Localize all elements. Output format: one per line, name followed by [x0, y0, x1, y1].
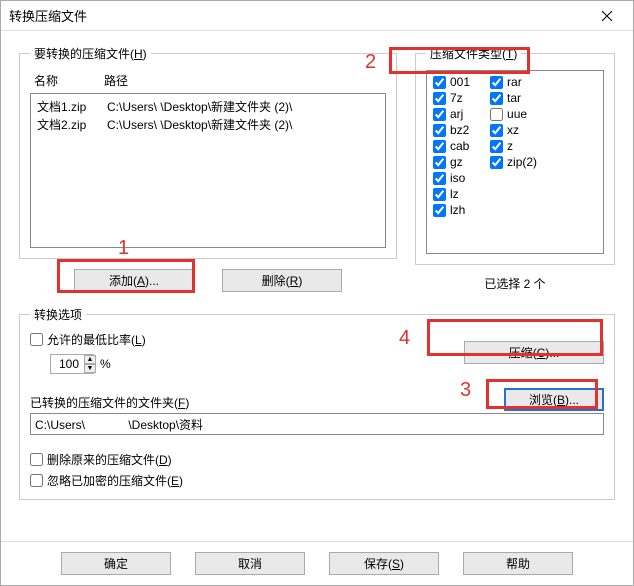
options-legend: 转换选项 [30, 306, 86, 323]
types-legend: 压缩文件类型(T) [426, 45, 521, 62]
add-button[interactable]: 添加(A)... [74, 269, 194, 292]
titlebar: 转换压缩文件 [1, 1, 633, 31]
type-checkbox-lzh[interactable]: lzh [433, 203, 470, 217]
delete-original-checkbox[interactable]: 删除原来的压缩文件(D) [30, 451, 604, 468]
type-checkbox-cab[interactable]: cab [433, 139, 470, 153]
folder-label: 已转换的压缩文件的文件夹(F) [30, 394, 504, 411]
list-item[interactable]: 文档1.zip C:\Users\ \Desktop\新建文件夹 (2)\ [37, 98, 379, 116]
cancel-button[interactable]: 取消 [195, 552, 305, 575]
delete-button[interactable]: 删除(R) [222, 269, 342, 292]
type-checkbox-gz[interactable]: gz [433, 155, 470, 169]
type-checkbox-001[interactable]: 001 [433, 75, 470, 89]
type-checkbox-zip(2)[interactable]: zip(2) [490, 155, 537, 169]
options-fieldset: 转换选项 允许的最低比率(L) ▲▼ % 压缩(C)... 已转换的压缩文件的文… [19, 306, 615, 500]
types-list: 001 7z arj bz2 cab gz iso lz lzh rar tar uue xz z zip… [426, 70, 604, 254]
type-checkbox-rar[interactable]: rar [490, 75, 537, 89]
type-checkbox-xz[interactable]: xz [490, 123, 537, 137]
spinner-buttons[interactable]: ▲▼ [84, 355, 96, 373]
save-button[interactable]: 保存(S) [329, 552, 439, 575]
files-fieldset: 要转换的压缩文件(H) 名称 路径 文档1.zip C:\Users\ \Des… [19, 45, 397, 259]
help-button[interactable]: 帮助 [463, 552, 573, 575]
type-checkbox-lz[interactable]: lz [433, 187, 470, 201]
col-path: 路径 [104, 72, 128, 89]
compress-button[interactable]: 压缩(C)... [464, 341, 604, 364]
footer: 确定 取消 保存(S) 帮助 [1, 541, 633, 585]
type-checkbox-bz2[interactable]: bz2 [433, 123, 470, 137]
percent-label: % [100, 357, 111, 371]
files-header: 名称 路径 [30, 70, 386, 93]
type-checkbox-tar[interactable]: tar [490, 91, 537, 105]
col-name: 名称 [34, 72, 104, 89]
type-checkbox-uue[interactable]: uue [490, 107, 537, 121]
window-title: 转换压缩文件 [9, 6, 589, 25]
type-checkbox-z[interactable]: z [490, 139, 537, 153]
browse-button[interactable]: 浏览(B)... [504, 388, 604, 411]
close-button[interactable] [589, 5, 625, 27]
list-item[interactable]: 文档2.zip C:\Users\ \Desktop\新建文件夹 (2)\ [37, 116, 379, 134]
type-checkbox-arj[interactable]: arj [433, 107, 470, 121]
types-fieldset: 压缩文件类型(T) 001 7z arj bz2 cab gz iso lz lzh rar ta… [415, 45, 615, 265]
files-legend: 要转换的压缩文件(H) [30, 45, 151, 62]
close-icon [602, 11, 612, 21]
ok-button[interactable]: 确定 [61, 552, 171, 575]
min-ratio-checkbox[interactable]: 允许的最低比率(L) [30, 331, 464, 348]
folder-input[interactable] [30, 413, 604, 435]
type-checkbox-7z[interactable]: 7z [433, 91, 470, 105]
selected-count: 已选择 2 个 [415, 275, 615, 292]
type-checkbox-iso[interactable]: iso [433, 171, 470, 185]
ignore-encrypted-checkbox[interactable]: 忽略已加密的压缩文件(E) [30, 472, 604, 489]
files-list[interactable]: 文档1.zip C:\Users\ \Desktop\新建文件夹 (2)\ 文档… [30, 93, 386, 248]
